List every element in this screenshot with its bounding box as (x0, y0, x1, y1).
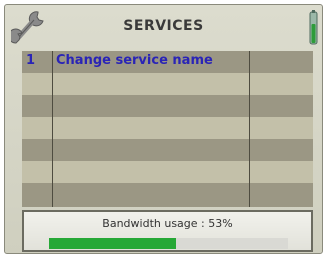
service-row-6[interactable] (22, 161, 313, 183)
bandwidth-progress-fill (49, 238, 176, 249)
service-row-4[interactable] (22, 117, 313, 139)
services-screen: SERVICES 1 Change service name Bandwidth… (4, 4, 323, 254)
column-divider (249, 51, 250, 207)
column-divider (52, 51, 53, 207)
header: SERVICES (5, 5, 322, 49)
service-row-7[interactable] (22, 183, 313, 207)
service-number: 1 (26, 53, 36, 68)
service-row-1[interactable]: 1 Change service name (22, 51, 313, 73)
service-name: Change service name (56, 53, 213, 68)
bandwidth-progress-bar (49, 238, 288, 249)
service-row-2[interactable] (22, 73, 313, 95)
service-row-5[interactable] (22, 139, 313, 161)
page-title: SERVICES (123, 18, 204, 34)
signal-strength-icon (309, 10, 318, 45)
bandwidth-panel: Bandwidth usage : 53% (22, 210, 313, 252)
services-list: 1 Change service name (22, 51, 313, 207)
bandwidth-usage-label: Bandwidth usage : 53% (102, 217, 233, 230)
service-row-3[interactable] (22, 95, 313, 117)
